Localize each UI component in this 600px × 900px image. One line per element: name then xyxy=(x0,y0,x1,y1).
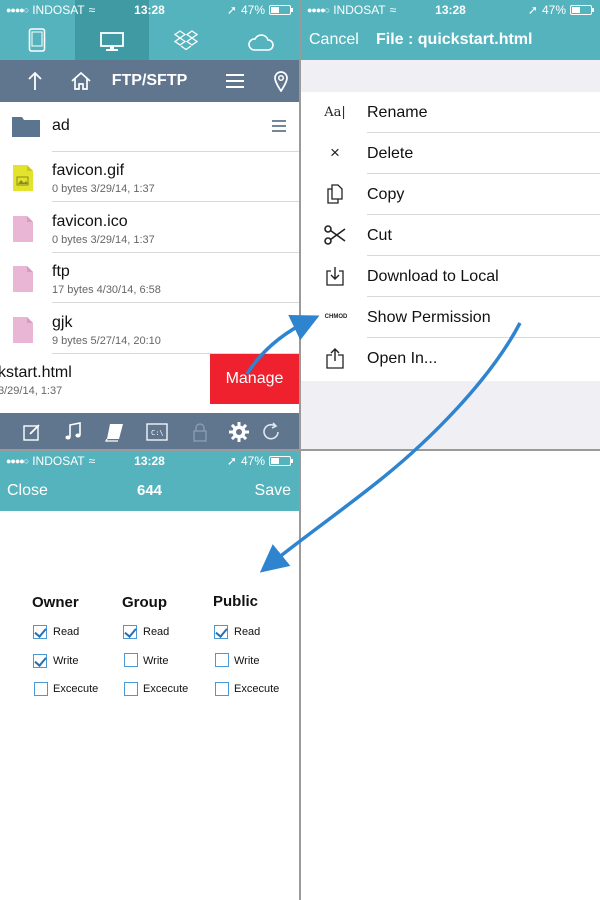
flow-arrows xyxy=(245,314,522,573)
flow-arrow-permission-to-screen xyxy=(259,322,522,573)
flow-arrow-manage-to-permission xyxy=(245,314,320,375)
